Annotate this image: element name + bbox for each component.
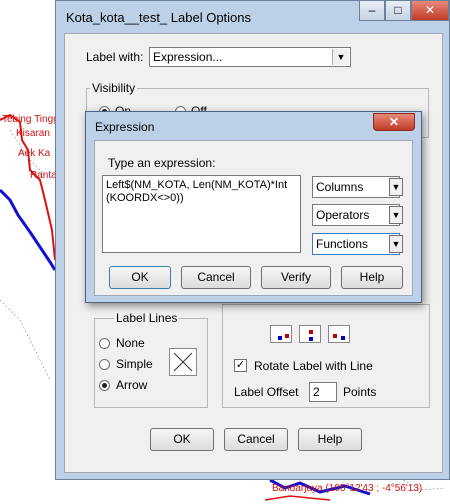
position-right-button[interactable] — [328, 325, 350, 343]
map-label: Kisaran — [16, 128, 50, 139]
label-with-label: Label with: — [86, 50, 144, 64]
chevron-down-icon[interactable]: ▼ — [389, 235, 403, 253]
verify-button[interactable]: Verify — [261, 266, 331, 289]
chevron-down-icon[interactable]: ▼ — [389, 206, 403, 224]
close-button[interactable]: ✕ — [411, 1, 449, 21]
line-simple-label: Simple — [116, 357, 153, 371]
chevron-down-icon[interactable]: ▼ — [389, 178, 403, 196]
points-label: Points — [343, 385, 377, 399]
functions-select[interactable]: Functions — [312, 233, 400, 255]
line-arrow-radio[interactable] — [99, 380, 110, 391]
line-arrow-label: Arrow — [116, 378, 148, 392]
line-none-radio[interactable] — [99, 338, 110, 349]
map-label: Aek Ka — [18, 148, 51, 159]
rotate-label-text: Rotate Label with Line — [254, 359, 373, 373]
minimize-button[interactable]: – — [359, 1, 385, 21]
window-title: Kota_kota__test_ Label Options — [66, 10, 252, 25]
expression-help-button[interactable]: Help — [341, 266, 403, 289]
cancel-button[interactable]: Cancel — [224, 428, 288, 451]
line-simple-radio[interactable] — [99, 359, 110, 370]
ok-button[interactable]: OK — [150, 428, 214, 451]
map-label: Bandarjaya (105°12'43 ; -4°56'13) — [272, 483, 423, 494]
chevron-down-icon[interactable]: ▼ — [332, 49, 349, 65]
map-label: Ranta — [30, 170, 57, 181]
position-left-button[interactable] — [270, 325, 292, 343]
maximize-button[interactable]: □ — [385, 1, 411, 21]
operators-select[interactable]: Operators — [312, 204, 400, 226]
line-none-label: None — [116, 336, 145, 350]
expression-dialog: Expression ✕ Type an expression: Left$(N… — [85, 111, 422, 303]
label-offset-input[interactable]: 2 — [309, 382, 337, 402]
map-label: Tebing Tingg — [2, 114, 59, 125]
label-offset-label: Label Offset — [234, 385, 299, 399]
expression-body: Type an expression: Left$(NM_KOTA, Len(N… — [94, 140, 413, 296]
expression-close-button[interactable]: ✕ — [373, 113, 415, 131]
expression-cancel-button[interactable]: Cancel — [181, 266, 251, 289]
help-button[interactable]: Help — [298, 428, 362, 451]
expression-title: Expression — [95, 120, 155, 134]
visibility-label: Visibility — [90, 81, 138, 95]
expression-textarea[interactable]: Left$(NM_KOTA, Len(NM_KOTA)*Int(KOORDX<>… — [102, 175, 301, 253]
position-center-button[interactable] — [299, 325, 321, 343]
columns-select[interactable]: Columns — [312, 176, 400, 198]
line-cross-icon — [173, 352, 193, 372]
label-lines-label: Label Lines — [114, 311, 180, 325]
rotate-label-checkbox[interactable]: ✓ — [234, 359, 247, 372]
line-style-preview-button[interactable] — [169, 348, 197, 376]
label-with-select[interactable]: Expression... ▼ — [149, 47, 351, 67]
label-with-value: Expression... — [153, 50, 223, 64]
expression-ok-button[interactable]: OK — [109, 266, 171, 289]
expression-prompt: Type an expression: — [108, 156, 216, 170]
